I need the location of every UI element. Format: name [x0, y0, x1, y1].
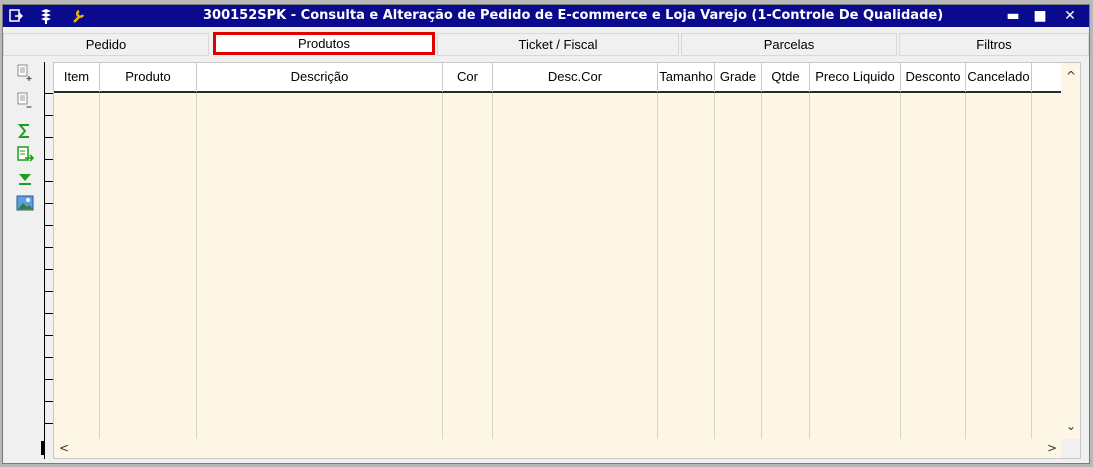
minimize-button[interactable]: ▬ [1001, 7, 1025, 25]
grid-header: Item Produto Descrição Cor Desc.Cor Tama… [54, 63, 1080, 93]
tab-strip: Pedido Produtos Ticket / Fiscal Parcelas… [3, 31, 1089, 57]
export-icon[interactable] [13, 145, 37, 165]
column-header-desc-cor[interactable]: Desc.Cor [493, 63, 657, 91]
scroll-right-icon[interactable]: > [1042, 439, 1062, 457]
sum-icon[interactable] [13, 121, 37, 141]
column-header-desconto[interactable]: Desconto [901, 63, 965, 91]
column-header-descricao[interactable]: Descrição [197, 63, 442, 91]
layers-icon[interactable] [37, 8, 55, 24]
app-menu-icon[interactable] [7, 8, 25, 24]
tab-pedido[interactable]: Pedido [3, 33, 209, 56]
horizontal-scrollbar[interactable]: < > [54, 439, 1080, 458]
tab-ticket-fiscal[interactable]: Ticket / Fiscal [437, 33, 679, 56]
scroll-up-icon[interactable]: ^ [1061, 67, 1080, 85]
column-header-item[interactable]: Item [54, 63, 99, 91]
add-row-icon[interactable] [13, 63, 37, 83]
expand-down-icon[interactable] [13, 169, 37, 189]
tab-produtos[interactable]: Produtos [213, 32, 435, 55]
remove-row-icon[interactable] [13, 91, 37, 111]
window-title: 300152SPK - Consulta e Alteração de Pedi… [203, 8, 944, 23]
column-header-cor[interactable]: Cor [443, 63, 492, 91]
column-header-preco-liquido[interactable]: Preco Liquido [810, 63, 900, 91]
wrench-icon[interactable] [69, 8, 87, 24]
window-frame: 300152SPK - Consulta e Alteração de Pedi… [2, 4, 1090, 464]
column-header-cancelado[interactable]: Cancelado [966, 63, 1031, 91]
scrollbar-corner [1061, 439, 1080, 458]
vertical-scrollbar[interactable]: ^ ⌄ [1061, 63, 1080, 439]
column-header-qtde[interactable]: Qtde [762, 63, 809, 91]
column-header-tamanho[interactable]: Tamanho [658, 63, 714, 91]
close-button[interactable]: ✕ [1058, 7, 1082, 25]
title-bar: 300152SPK - Consulta e Alteração de Pedi… [3, 5, 1089, 27]
maximize-button[interactable]: ■ [1028, 7, 1052, 25]
tab-filtros[interactable]: Filtros [899, 33, 1089, 56]
products-grid[interactable]: Item Produto Descrição Cor Desc.Cor Tama… [53, 62, 1081, 459]
scroll-left-icon[interactable]: < [54, 439, 74, 457]
column-header-produto[interactable]: Produto [100, 63, 196, 91]
app-window: 300152SPK - Consulta e Alteração de Pedi… [0, 0, 1093, 467]
image-icon[interactable] [13, 193, 37, 213]
column-header-grade[interactable]: Grade [715, 63, 761, 91]
tab-parcelas[interactable]: Parcelas [681, 33, 897, 56]
scroll-down-icon[interactable]: ⌄ [1061, 417, 1080, 435]
